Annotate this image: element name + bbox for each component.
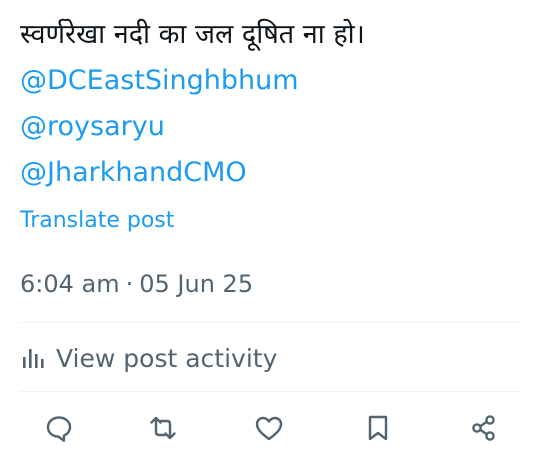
repost-arrows-icon <box>148 413 178 447</box>
reply-bubble-icon <box>44 413 74 447</box>
mention-roysaryu[interactable]: @roysaryu <box>20 104 530 150</box>
translate-post-link[interactable]: Translate post <box>20 204 174 238</box>
bookmark-button[interactable] <box>358 410 398 450</box>
like-heart-icon <box>254 413 284 447</box>
like-button[interactable] <box>249 410 289 450</box>
repost-button[interactable] <box>143 410 183 450</box>
post-timestamp: 6:04 am · 05 Jun 25 <box>20 264 253 304</box>
reply-button[interactable] <box>39 410 79 450</box>
view-post-activity-label: View post activity <box>56 343 278 373</box>
share-button[interactable] <box>464 410 504 450</box>
analytics-bars-icon <box>20 345 46 371</box>
divider <box>20 391 520 392</box>
meta-separator: · <box>125 270 134 298</box>
tweet-body: स्वर्णरेखा नदी का जल दूषित ना हो। @DCEas… <box>20 12 530 196</box>
divider <box>20 322 520 323</box>
view-post-activity-button[interactable]: View post activity <box>20 338 277 378</box>
share-icon <box>469 413 499 447</box>
post-date[interactable]: 05 Jun 25 <box>139 270 253 298</box>
mention-jharkhandcmo[interactable]: @JharkhandCMO <box>20 150 530 196</box>
tweet-text-line: स्वर्णरेखा नदी का जल दूषित ना हो। <box>20 19 365 50</box>
post-time[interactable]: 6:04 am <box>20 270 120 298</box>
mention-dceastsinghbhum[interactable]: @DCEastSinghbhum <box>20 58 530 104</box>
action-bar <box>0 410 540 450</box>
bookmark-icon <box>363 413 393 447</box>
